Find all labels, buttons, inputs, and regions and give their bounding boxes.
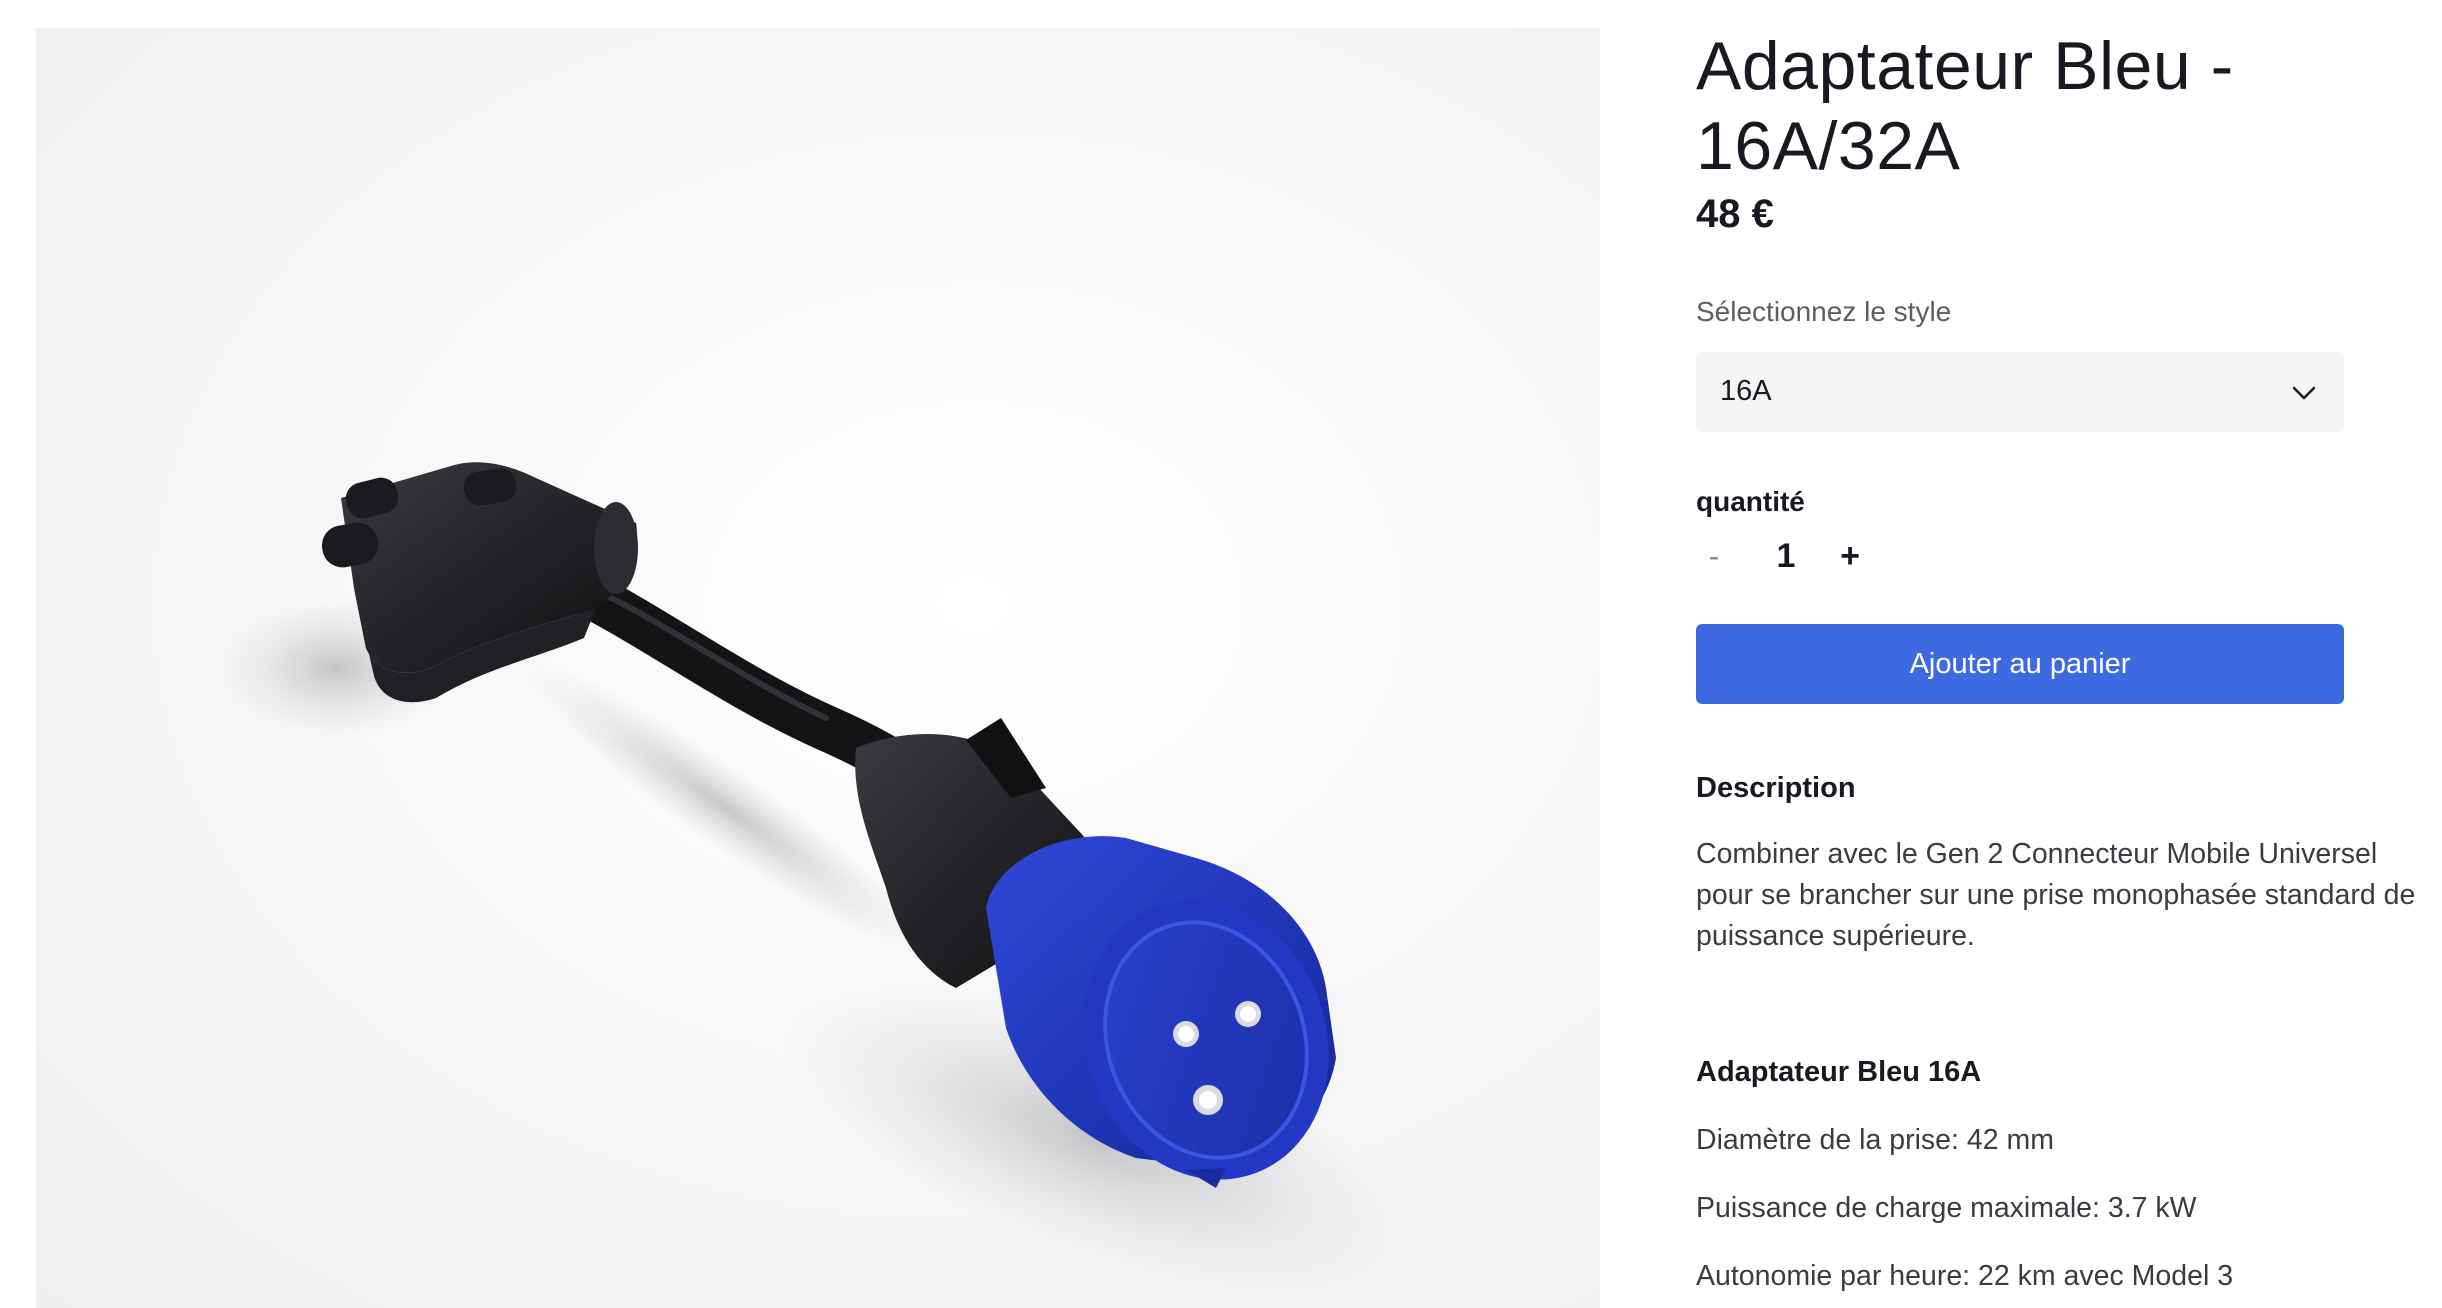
product-image (36, 28, 1600, 1308)
description-heading: Description (1696, 772, 1856, 804)
quantity-label: quantité (1696, 486, 1805, 517)
quantity-decrement-button[interactable]: - (1700, 534, 1728, 578)
style-selector-label: Sélectionnez le style (1696, 296, 1952, 327)
spec-item-range-per-hour: Autonomie par heure: 22 km avec Model 3 (1696, 1260, 2234, 1292)
description-text: Combiner avec le Gen 2 Connecteur Mobile… (1696, 838, 2416, 952)
product-title: Adaptateur Bleu - 16A/32A (1696, 28, 2234, 184)
quantity-increment-button[interactable]: + (1834, 534, 1866, 578)
spec-item-max-power: Puissance de charge maximale: 3.7 kW (1696, 1192, 2197, 1224)
style-select[interactable]: 16A (1696, 352, 2344, 432)
quantity-value: 1 (1776, 537, 1796, 575)
product-price: 48 € (1696, 192, 1774, 236)
adapter-illustration (216, 462, 1409, 1298)
add-to-cart-button[interactable]: Ajouter au panier (1696, 624, 2344, 704)
spec-item-plug-diameter: Diamètre de la prise: 42 mm (1696, 1124, 2054, 1156)
specs-heading: Adaptateur Bleu 16A (1696, 1056, 1982, 1088)
chevron-down-icon (2292, 386, 2316, 400)
style-select-value: 16A (1720, 375, 1772, 407)
